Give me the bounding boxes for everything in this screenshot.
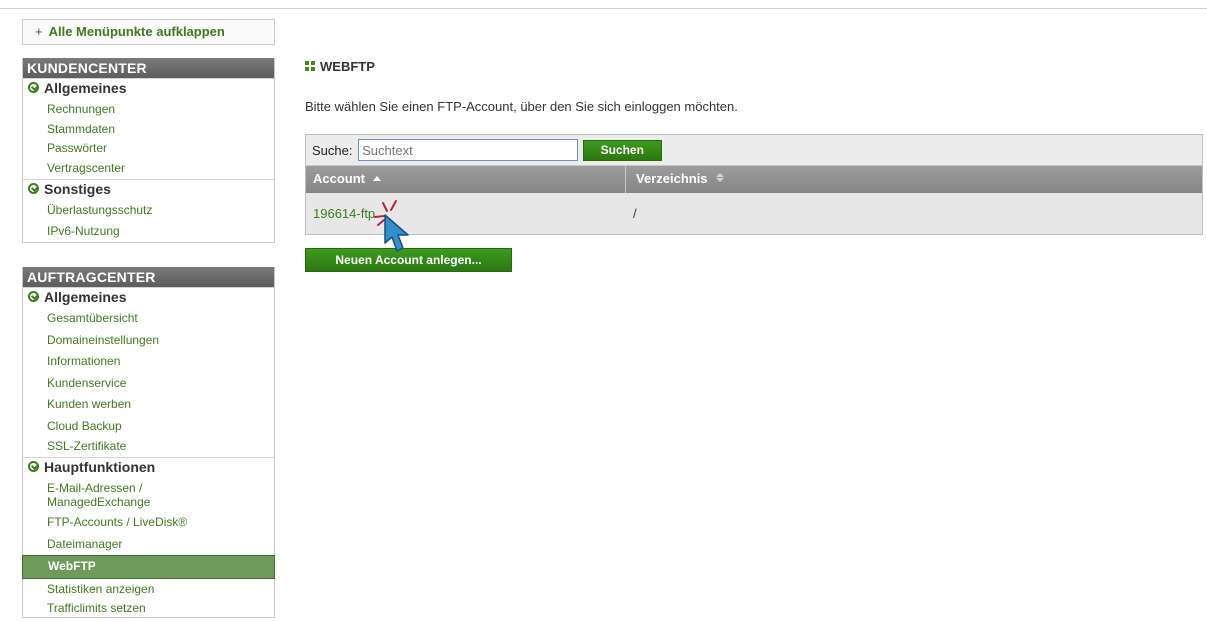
column-header-account[interactable]: Account bbox=[306, 166, 626, 193]
intro-text: Bitte wählen Sie einen FTP-Account, über… bbox=[305, 99, 738, 114]
auftragcenter-heading: AUFTRAGCENTER bbox=[23, 267, 274, 287]
sidebar-item-informationen[interactable]: Informationen bbox=[23, 351, 274, 373]
account-cell[interactable]: 196614-ftp bbox=[306, 193, 626, 234]
chevron-circle-down-icon bbox=[28, 291, 39, 302]
sidebar-item-vertragscenter[interactable]: Vertragscenter bbox=[23, 159, 274, 178]
sidebar-item-gesamtuebersicht[interactable]: Gesamtübersicht bbox=[23, 308, 274, 330]
auftragcenter-group-allgemeines: Allgemeines Gesamtübersicht Domaineinste… bbox=[23, 287, 274, 457]
group-title-label: Hauptfunktionen bbox=[44, 459, 156, 475]
sidebar-item-stammdaten[interactable]: Stammdaten bbox=[23, 121, 274, 138]
hand-cursor-icon bbox=[374, 200, 409, 252]
sidebar-item-kunden-werben[interactable]: Kunden werben bbox=[23, 394, 274, 416]
top-divider bbox=[0, 8, 1207, 9]
sidebar-item-trafficlimits-setzen[interactable]: Trafficlimits setzen bbox=[23, 600, 274, 616]
sidebar-item-ipv6-nutzung[interactable]: IPv6-Nutzung bbox=[23, 222, 274, 241]
group-title[interactable]: Sonstiges bbox=[23, 180, 274, 200]
directory-cell: / bbox=[633, 206, 637, 221]
kundencenter-group-sonstiges: Sonstiges Überlastungsschutz IPv6-Nutzun… bbox=[23, 179, 274, 242]
sidebar-item-rechnungen[interactable]: Rechnungen bbox=[23, 99, 274, 121]
table-row[interactable]: 196614-ftp / bbox=[306, 193, 1202, 234]
sidebar-item-dateimanager[interactable]: Dateimanager bbox=[23, 534, 274, 556]
expand-all-label: Alle Menüpunkte aufklappen bbox=[48, 24, 225, 39]
search-button[interactable]: Suchen bbox=[582, 139, 662, 161]
column-header-verzeichnis[interactable]: Verzeichnis bbox=[626, 166, 1202, 193]
grid-icon bbox=[305, 61, 316, 71]
column-header-account-label: Account bbox=[313, 171, 365, 186]
sidebar-item-ueberlastungsschutz[interactable]: Überlastungsschutz bbox=[23, 200, 274, 222]
plus-icon: + bbox=[35, 24, 43, 39]
search-input[interactable] bbox=[358, 139, 579, 161]
ftp-account-table: Suche: Suchen Account Verzeichnis 196614… bbox=[305, 134, 1203, 235]
sidebar-item-webftp[interactable]: WebFTP bbox=[22, 555, 275, 579]
expand-all-button[interactable]: + Alle Menüpunkte aufklappen bbox=[22, 19, 275, 45]
sort-icon bbox=[715, 173, 724, 182]
page-title: WEBFTP bbox=[305, 59, 375, 74]
sidebar-item-passwoerter[interactable]: Passwörter bbox=[23, 138, 274, 160]
kundencenter-group-allgemeines: Allgemeines Rechnungen Stammdaten Passwö… bbox=[23, 78, 274, 179]
chevron-circle-down-icon bbox=[28, 461, 39, 472]
auftragcenter-group-hauptfunktionen: Hauptfunktionen E-Mail-Adressen / Manage… bbox=[22, 457, 275, 617]
group-title[interactable]: Allgemeines bbox=[23, 288, 274, 308]
kundencenter-panel: KUNDENCENTER Allgemeines Rechnungen Stam… bbox=[22, 58, 275, 243]
group-title-label: Allgemeines bbox=[44, 289, 127, 305]
auftragcenter-panel: AUFTRAGCENTER Allgemeines Gesamtübersich… bbox=[22, 267, 275, 618]
search-label: Suche: bbox=[312, 142, 353, 158]
group-title[interactable]: Allgemeines bbox=[23, 79, 274, 99]
chevron-circle-down-icon bbox=[28, 183, 39, 194]
chevron-circle-down-icon bbox=[28, 82, 39, 93]
page-title-text: WEBFTP bbox=[320, 59, 375, 74]
sidebar-item-email-managedexchange[interactable]: E-Mail-Adressen / ManagedExchange bbox=[23, 478, 173, 512]
sidebar-item-ssl-zertifikate[interactable]: SSL-Zertifikate bbox=[23, 437, 274, 456]
search-bar: Suche: Suchen bbox=[306, 135, 1202, 166]
sidebar-item-cloud-backup[interactable]: Cloud Backup bbox=[23, 416, 274, 438]
group-title[interactable]: Hauptfunktionen bbox=[23, 458, 274, 478]
sidebar-item-kundenservice[interactable]: Kundenservice bbox=[23, 373, 274, 395]
kundencenter-heading: KUNDENCENTER bbox=[23, 58, 274, 78]
group-title-label: Allgemeines bbox=[44, 80, 127, 96]
table-header: Account Verzeichnis bbox=[306, 166, 1202, 193]
sidebar-item-domaineinstellungen[interactable]: Domaineinstellungen bbox=[23, 330, 274, 352]
sort-up-icon bbox=[373, 176, 381, 181]
sidebar-item-ftp-accounts-livedisk[interactable]: FTP-Accounts / LiveDisk® bbox=[23, 512, 274, 534]
sidebar-item-statistiken-anzeigen[interactable]: Statistiken anzeigen bbox=[23, 579, 274, 601]
column-header-verzeichnis-label: Verzeichnis bbox=[636, 171, 708, 186]
group-title-label: Sonstiges bbox=[44, 181, 111, 197]
